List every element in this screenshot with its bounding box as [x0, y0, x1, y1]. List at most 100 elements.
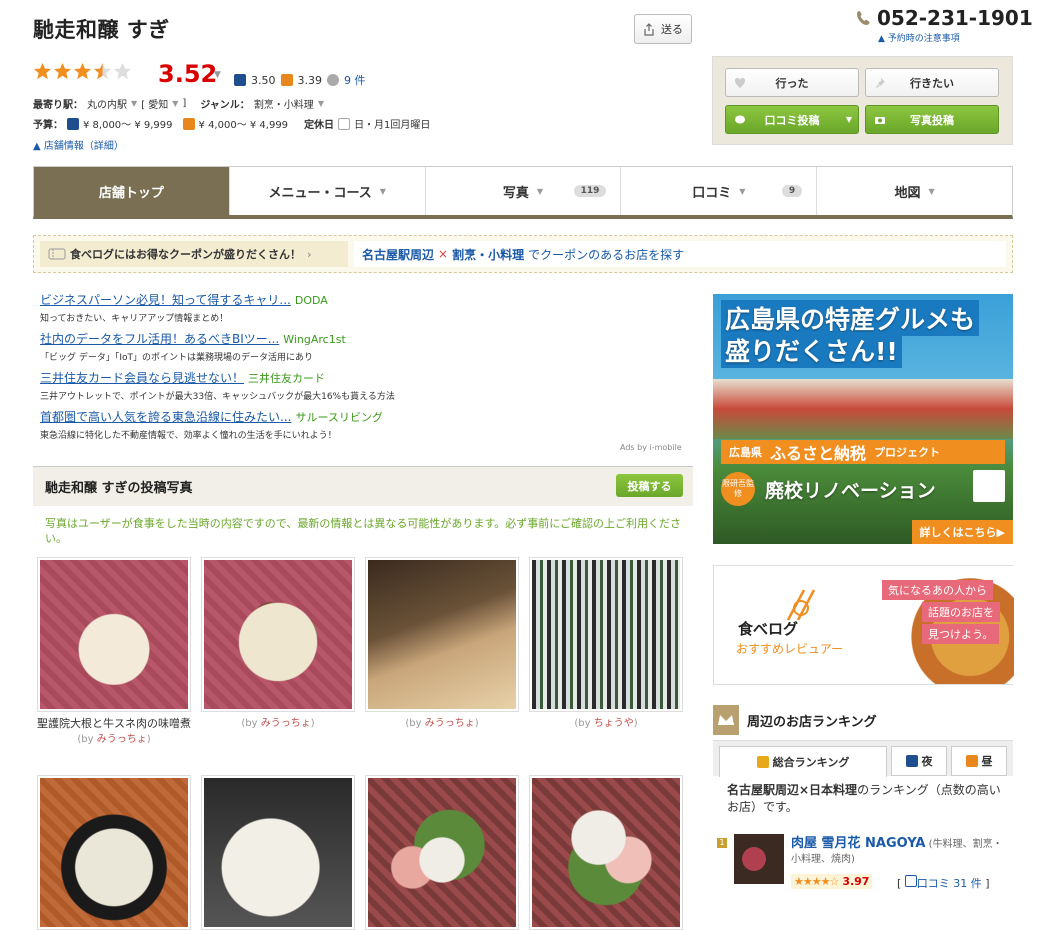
- phone-number[interactable]: 052-231-1901: [855, 6, 1033, 30]
- project-label: 広島県 ふるさと納税 プロジェクト: [721, 440, 1005, 464]
- furusato-banner[interactable]: 広島県の特産グルメも 盛りだくさん!! 広島県 ふるさと納税 プロジェクト 限研…: [713, 294, 1013, 544]
- star-full-icon: [73, 62, 92, 80]
- star-full-icon: [53, 62, 72, 80]
- caret-icon: ▼: [739, 186, 746, 196]
- ranking-heading: 周辺のお店ランキング: [713, 705, 1013, 735]
- award-logo: [973, 470, 1005, 502]
- comment-icon: [327, 74, 339, 86]
- photo-caption: 聖護院大根と牛スネ肉の味噌煮 (by みうっちょ): [37, 717, 191, 745]
- shop-thumb[interactable]: [734, 834, 784, 884]
- star-empty-icon: [113, 62, 132, 80]
- speech-bubble-icon: [735, 115, 745, 124]
- user-link[interactable]: ちょうや: [594, 718, 634, 729]
- photo-thumb[interactable]: [201, 775, 355, 930]
- user-link[interactable]: みうっちょ: [97, 734, 147, 745]
- sub-scores: 3.50 3.39 9 件: [234, 72, 366, 88]
- photo-thumb[interactable]: [365, 775, 519, 930]
- tab-reviews[interactable]: 口コミ ▼ 9: [621, 167, 818, 215]
- school-illustration: [713, 379, 1013, 439]
- tab-menu[interactable]: メニュー・コース ▼: [229, 167, 426, 215]
- share-button[interactable]: 送る: [634, 14, 692, 44]
- photo-count-badge: 119: [573, 185, 607, 197]
- caret-icon: ▼: [379, 186, 386, 196]
- tab-map[interactable]: 地図 ▼: [817, 167, 1012, 215]
- tab-photos[interactable]: 写真 ▼ 119: [425, 167, 622, 215]
- tab-lunch-ranking[interactable]: 昼: [951, 746, 1007, 776]
- rating-stars: [33, 62, 132, 81]
- photo-thumb[interactable]: [201, 557, 355, 712]
- ad-link[interactable]: 首都圏で高い人気を誇る東急沿線に住みたい...: [40, 410, 291, 424]
- tab-overall-ranking[interactable]: 総合ランキング: [719, 746, 887, 777]
- user-link[interactable]: みうっちょ: [261, 718, 311, 729]
- rating-score: 3.52: [158, 60, 218, 88]
- ad-desc: 三井アウトレットで、ポイントが最大33倍、キャッシュバックが最大16%も貰える方…: [40, 392, 395, 402]
- stars-icon: ★★★★☆: [794, 875, 839, 888]
- night-icon: [234, 74, 246, 86]
- user-link[interactable]: みうっちょ: [425, 718, 475, 729]
- want-button[interactable]: 行きたい: [865, 68, 999, 97]
- chopsticks-logo-icon: [786, 589, 816, 621]
- ad-link[interactable]: ビジネスパーソン必見！知って得するキャリ...: [40, 293, 291, 307]
- star-full-icon: [33, 62, 52, 80]
- ad-link[interactable]: 社内のデータをフル活用！あるべきBIツー...: [40, 332, 279, 346]
- food-photo: [40, 560, 188, 709]
- star-half-icon: [93, 62, 112, 80]
- night-icon: [905, 755, 918, 767]
- tab-top[interactable]: 店舗トップ: [34, 167, 230, 215]
- ad-item[interactable]: 三井住友カード会員なら見逃せない！ 三井住友カード: [40, 369, 325, 386]
- photo-thumb[interactable]: [365, 557, 519, 712]
- pref-link[interactable]: [ 愛知: [141, 96, 168, 111]
- rating-dropdown-icon[interactable]: ▼: [214, 70, 221, 80]
- caret-icon: ▼: [131, 99, 138, 108]
- interior-photo: [368, 560, 516, 709]
- soup-photo: [40, 778, 188, 927]
- ranking-description: 名古屋駅周辺×日本料理のランキング（点数の高いお店）です。: [727, 783, 1001, 814]
- ad-link[interactable]: 三井住友カード会員なら見逃せない！: [40, 371, 244, 385]
- ad-item[interactable]: 社内のデータをフル活用！あるべきBIツー... WingArc1st: [40, 330, 346, 347]
- ad-item[interactable]: 首都圏で高い人気を誇る東急沿線に住みたい... サルースリビング: [40, 408, 383, 425]
- comment-icon: [904, 875, 917, 887]
- reviewer-banner[interactable]: 食べログ おすすめレビュアー 気になるあの人から 話題のお店を 見つけよう。: [713, 565, 1014, 685]
- food-photo: [204, 560, 352, 709]
- ads-by-label[interactable]: Ads by i-mobile: [620, 443, 682, 452]
- genre-link[interactable]: 割烹・小料理: [254, 96, 314, 111]
- lunch-icon: [965, 755, 978, 767]
- review-count-badge: 9: [781, 185, 803, 197]
- photo-thumb[interactable]: [529, 557, 683, 712]
- photo-thumb[interactable]: [529, 775, 683, 930]
- crown-badge-icon: [713, 705, 739, 735]
- caret-icon: ▼: [172, 99, 179, 108]
- coupon-promo: 食べログにはお得なクーポンが盛りだくさん！ ›: [40, 241, 348, 267]
- caret-icon: ▼: [536, 186, 544, 196]
- ranking-tabs: 総合ランキング 夜 昼: [713, 740, 1013, 777]
- photo-thumb[interactable]: [37, 557, 191, 712]
- ad-desc: 知っておきたい、キャリアアップ情報まとめ！: [40, 314, 229, 324]
- station-link[interactable]: 丸の内駅: [87, 96, 127, 111]
- photo-caption: (by みうっちょ): [241, 718, 315, 729]
- action-box: 行った 行きたい 口コミ投稿 ▼ 写真投稿: [712, 56, 1013, 145]
- camera-icon: [875, 117, 885, 124]
- dropdown-icon[interactable]: ▼: [846, 115, 852, 124]
- crown-icon: [756, 756, 769, 768]
- coupon-icon: [48, 248, 66, 260]
- ranking-review-link[interactable]: [ 口コミ 31 件 ]: [897, 875, 990, 891]
- share-icon: [644, 22, 654, 36]
- ranking-item[interactable]: 1 肉屋 雪月花 NAGOYA (牛料理、割烹・小料理、焼肉) ★★★★☆ 3.…: [717, 834, 1013, 894]
- review-post-button[interactable]: 口コミ投稿 ▼: [725, 105, 859, 134]
- coupon-search-link[interactable]: 名古屋駅周辺 × 割烹・小料理 でクーポンのあるお店を探す: [354, 241, 1006, 267]
- info-row-station: 最寄り駅： 丸の内駅 ▼ [ 愛知 ▼ ] ジャンル： 割烹・小料理 ▼: [33, 96, 324, 111]
- shop-detail-link[interactable]: ▲ 店舗情報（詳細）: [33, 137, 124, 152]
- reserve-note-link[interactable]: ▲ 予約時の注意事項: [878, 31, 960, 44]
- ranking-shop-link[interactable]: 肉屋 雪月花 NAGOYA: [791, 836, 925, 851]
- photo-notice: 写真はユーザーが食事をした当時の内容ですので、最新の情報とは異なる可能性がありま…: [45, 517, 682, 545]
- post-photo-button[interactable]: 投稿する: [616, 474, 683, 497]
- night-icon: [67, 117, 79, 130]
- photo-post-button[interactable]: 写真投稿: [865, 105, 999, 134]
- shop-title: 馳走和醸 すぎ: [33, 18, 170, 42]
- tab-night-ranking[interactable]: 夜: [891, 746, 947, 776]
- more-link[interactable]: 詳しくはこちら▶: [911, 520, 1013, 544]
- went-button[interactable]: 行った: [725, 68, 859, 97]
- ad-item[interactable]: ビジネスパーソン必見！知って得するキャリ... DODA: [40, 291, 328, 308]
- photo-thumb[interactable]: [37, 775, 191, 930]
- review-count-link[interactable]: 9 件: [344, 72, 366, 88]
